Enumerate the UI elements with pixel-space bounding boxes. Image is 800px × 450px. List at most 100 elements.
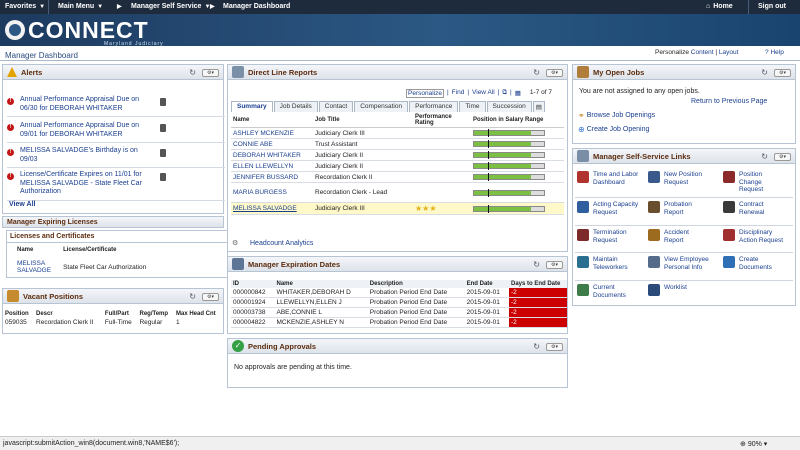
salary-range-bar [473, 140, 545, 148]
settings-menu-icon[interactable]: ⚙▾ [546, 342, 563, 351]
mss-link-disciplinary-action-request[interactable]: Disciplinary Action Request [723, 229, 785, 244]
settings-menu-icon[interactable]: ⚙▾ [546, 68, 563, 77]
grid-find-link[interactable]: Find [452, 89, 465, 98]
performance-rating [413, 139, 471, 150]
browser-status-bar: javascript:submitAction_win8(document.wi… [0, 436, 800, 450]
settings-menu-icon[interactable]: ⚙▾ [774, 68, 791, 77]
mss-link-acting-capacity-request[interactable]: Acting Capacity Request [577, 201, 639, 216]
license-name-link[interactable]: MELISSA SALVADGE [7, 257, 61, 277]
mss-link-icon [648, 171, 660, 183]
tab-performance[interactable]: Performance [409, 101, 459, 112]
job-title: Judiciary Clerk II [315, 151, 364, 159]
trash-icon[interactable] [160, 124, 166, 132]
mss-link-worklist[interactable]: Worklist [648, 284, 710, 296]
mss-link-position-change-request[interactable]: Position Change Request [723, 171, 785, 194]
employee-name-link[interactable]: DEBORAH WHITAKER [231, 150, 313, 161]
refresh-icon[interactable]: ↻ [761, 152, 768, 161]
alert-item: ! MELISSA SALVADGE's Birthday is on 09/03 [7, 147, 225, 168]
licenses-header: Manager Expiring Licenses [2, 216, 224, 228]
open-jobs-header: My Open Jobs ↻ ⚙▾ [573, 65, 795, 80]
job-title: Judiciary Clerk II [315, 162, 364, 170]
employee-name-link[interactable]: MARIA BURGESS [231, 183, 313, 203]
refresh-icon[interactable]: ↻ [189, 292, 196, 301]
breadcrumb-self-service[interactable]: Manager Self Service ▼ [131, 3, 210, 10]
expiration-table: ID Name Description End Date Days to End Dat… [231, 280, 567, 328]
favorites-menu[interactable]: Favorites ▼ [5, 3, 45, 10]
mss-link-time-and-labor-dashboard[interactable]: Time and Labor Dashboard [577, 171, 639, 186]
help-link[interactable]: ? Help [765, 49, 784, 56]
create-job[interactable]: ⊕ Create Job Opening [578, 125, 649, 134]
salary-range-cell [471, 183, 564, 203]
mss-link-icon [577, 201, 589, 213]
tab-job-details[interactable]: Job Details [273, 101, 318, 112]
trash-icon[interactable] [160, 173, 166, 181]
mss-link-maintain-teleworkers[interactable]: Maintain Teleworkers [577, 256, 639, 271]
zoom-icon: ⊕ [740, 441, 746, 448]
nav-divider [748, 0, 749, 14]
settings-menu-icon[interactable]: ⚙▾ [202, 68, 219, 77]
headcount-analytics-link[interactable]: Headcount Analytics [250, 240, 313, 247]
caret-down-icon: ▼ [97, 3, 104, 10]
mss-link-probation-report[interactable]: Probation Report [648, 201, 710, 216]
alert-error-icon: ! [7, 149, 14, 156]
view-all-alerts-link[interactable]: View All [9, 201, 35, 208]
breadcrumb-separator: ▶ [117, 3, 122, 10]
settings-menu-icon[interactable]: ⚙▾ [546, 260, 563, 269]
browse-jobs[interactable]: ⚭ Browse Job Openings [578, 111, 655, 120]
tab-succession[interactable]: Succession [486, 101, 532, 112]
grid-download-icon[interactable]: ▦ [515, 89, 521, 98]
tab-contact[interactable]: Contact [318, 101, 354, 112]
breadcrumb-dashboard[interactable]: Manager Dashboard [223, 3, 290, 10]
return-previous-link[interactable]: Return to Previous Page [691, 98, 767, 105]
banner: CONNECT Maryland Judiciary [0, 14, 800, 47]
warning-icon [7, 67, 17, 77]
mss-link-accident-report[interactable]: Accident Report [648, 229, 710, 244]
mss-link-current-documents[interactable]: Current Documents [577, 284, 639, 299]
mss-link-create-documents[interactable]: Create Documents [723, 256, 785, 271]
mss-link-view-employee-personal-info[interactable]: View Employee Personal Info [648, 256, 710, 271]
settings-menu-icon[interactable]: ⚙▾ [202, 292, 219, 301]
employee-name-link[interactable]: CONNIE ABE [231, 139, 313, 150]
id-cell: 000000842 [233, 289, 266, 296]
grid-paging: 1-7 of 7 [529, 89, 552, 96]
mss-link-icon [648, 256, 660, 268]
settings-menu-icon[interactable]: ⚙▾ [774, 152, 791, 161]
mss-link-new-position-request[interactable]: New Position Request [648, 171, 710, 186]
performance-rating [413, 128, 471, 139]
tab-time[interactable]: Time [459, 101, 486, 112]
employee-name-link[interactable]: MELISSA SALVADGE [231, 203, 313, 215]
alert-item: ! Annual Performance Appraisal Due on 06/… [7, 96, 225, 117]
performance-rating [413, 150, 471, 161]
alert-error-icon: ! [7, 124, 14, 131]
trash-icon[interactable] [160, 98, 166, 106]
mss-link-contract-renewal[interactable]: Contract Renewal [723, 201, 785, 216]
mss-link-label: New Position Request [664, 171, 702, 186]
personalize-layout-link[interactable]: Layout [719, 49, 739, 56]
employee-name-link[interactable]: ELLEN LLEWELLYN [231, 161, 313, 172]
end-date-cell: 2015-09-01 [466, 319, 500, 326]
zoom-control[interactable]: ⊕ 90% ▾ [740, 440, 767, 448]
home-link[interactable]: ⌂ Home [706, 3, 733, 10]
refresh-icon[interactable]: ↻ [533, 260, 540, 269]
open-jobs-message: You are not assigned to any open jobs. [579, 88, 700, 95]
tab-compensation[interactable]: Compensation [354, 101, 409, 112]
trash-icon[interactable] [160, 149, 166, 157]
mss-link-termination-request[interactable]: Termination Request [577, 229, 639, 244]
refresh-icon[interactable]: ↻ [533, 342, 540, 351]
tab-expand-icon[interactable]: ▤ [532, 101, 545, 112]
signout-link[interactable]: Sign out [758, 3, 786, 10]
employee-name-link[interactable]: ASHLEY MCKENZIE [231, 128, 313, 139]
grid-zoom-icon[interactable]: ⧉ [502, 89, 507, 98]
tab-summary[interactable]: Summary [231, 101, 273, 112]
vacant-pagelet: Vacant Positions ↻ ⚙▾ Position Descr Full/P… [2, 288, 224, 334]
salary-range-marker [488, 129, 489, 137]
refresh-icon[interactable]: ↻ [189, 68, 196, 77]
job-title: Judiciary Clerk III [315, 129, 365, 137]
grid-personalize-link[interactable]: Personalize [406, 89, 444, 98]
refresh-icon[interactable]: ↻ [533, 68, 540, 77]
refresh-icon[interactable]: ↻ [761, 68, 768, 77]
grid-view-all-link[interactable]: View All [472, 89, 495, 98]
main-menu[interactable]: Main Menu ▼ [58, 3, 103, 10]
employee-name-link[interactable]: JENNIFER BUSSARD [231, 172, 313, 183]
personalize-content-link[interactable]: Content [691, 49, 714, 56]
